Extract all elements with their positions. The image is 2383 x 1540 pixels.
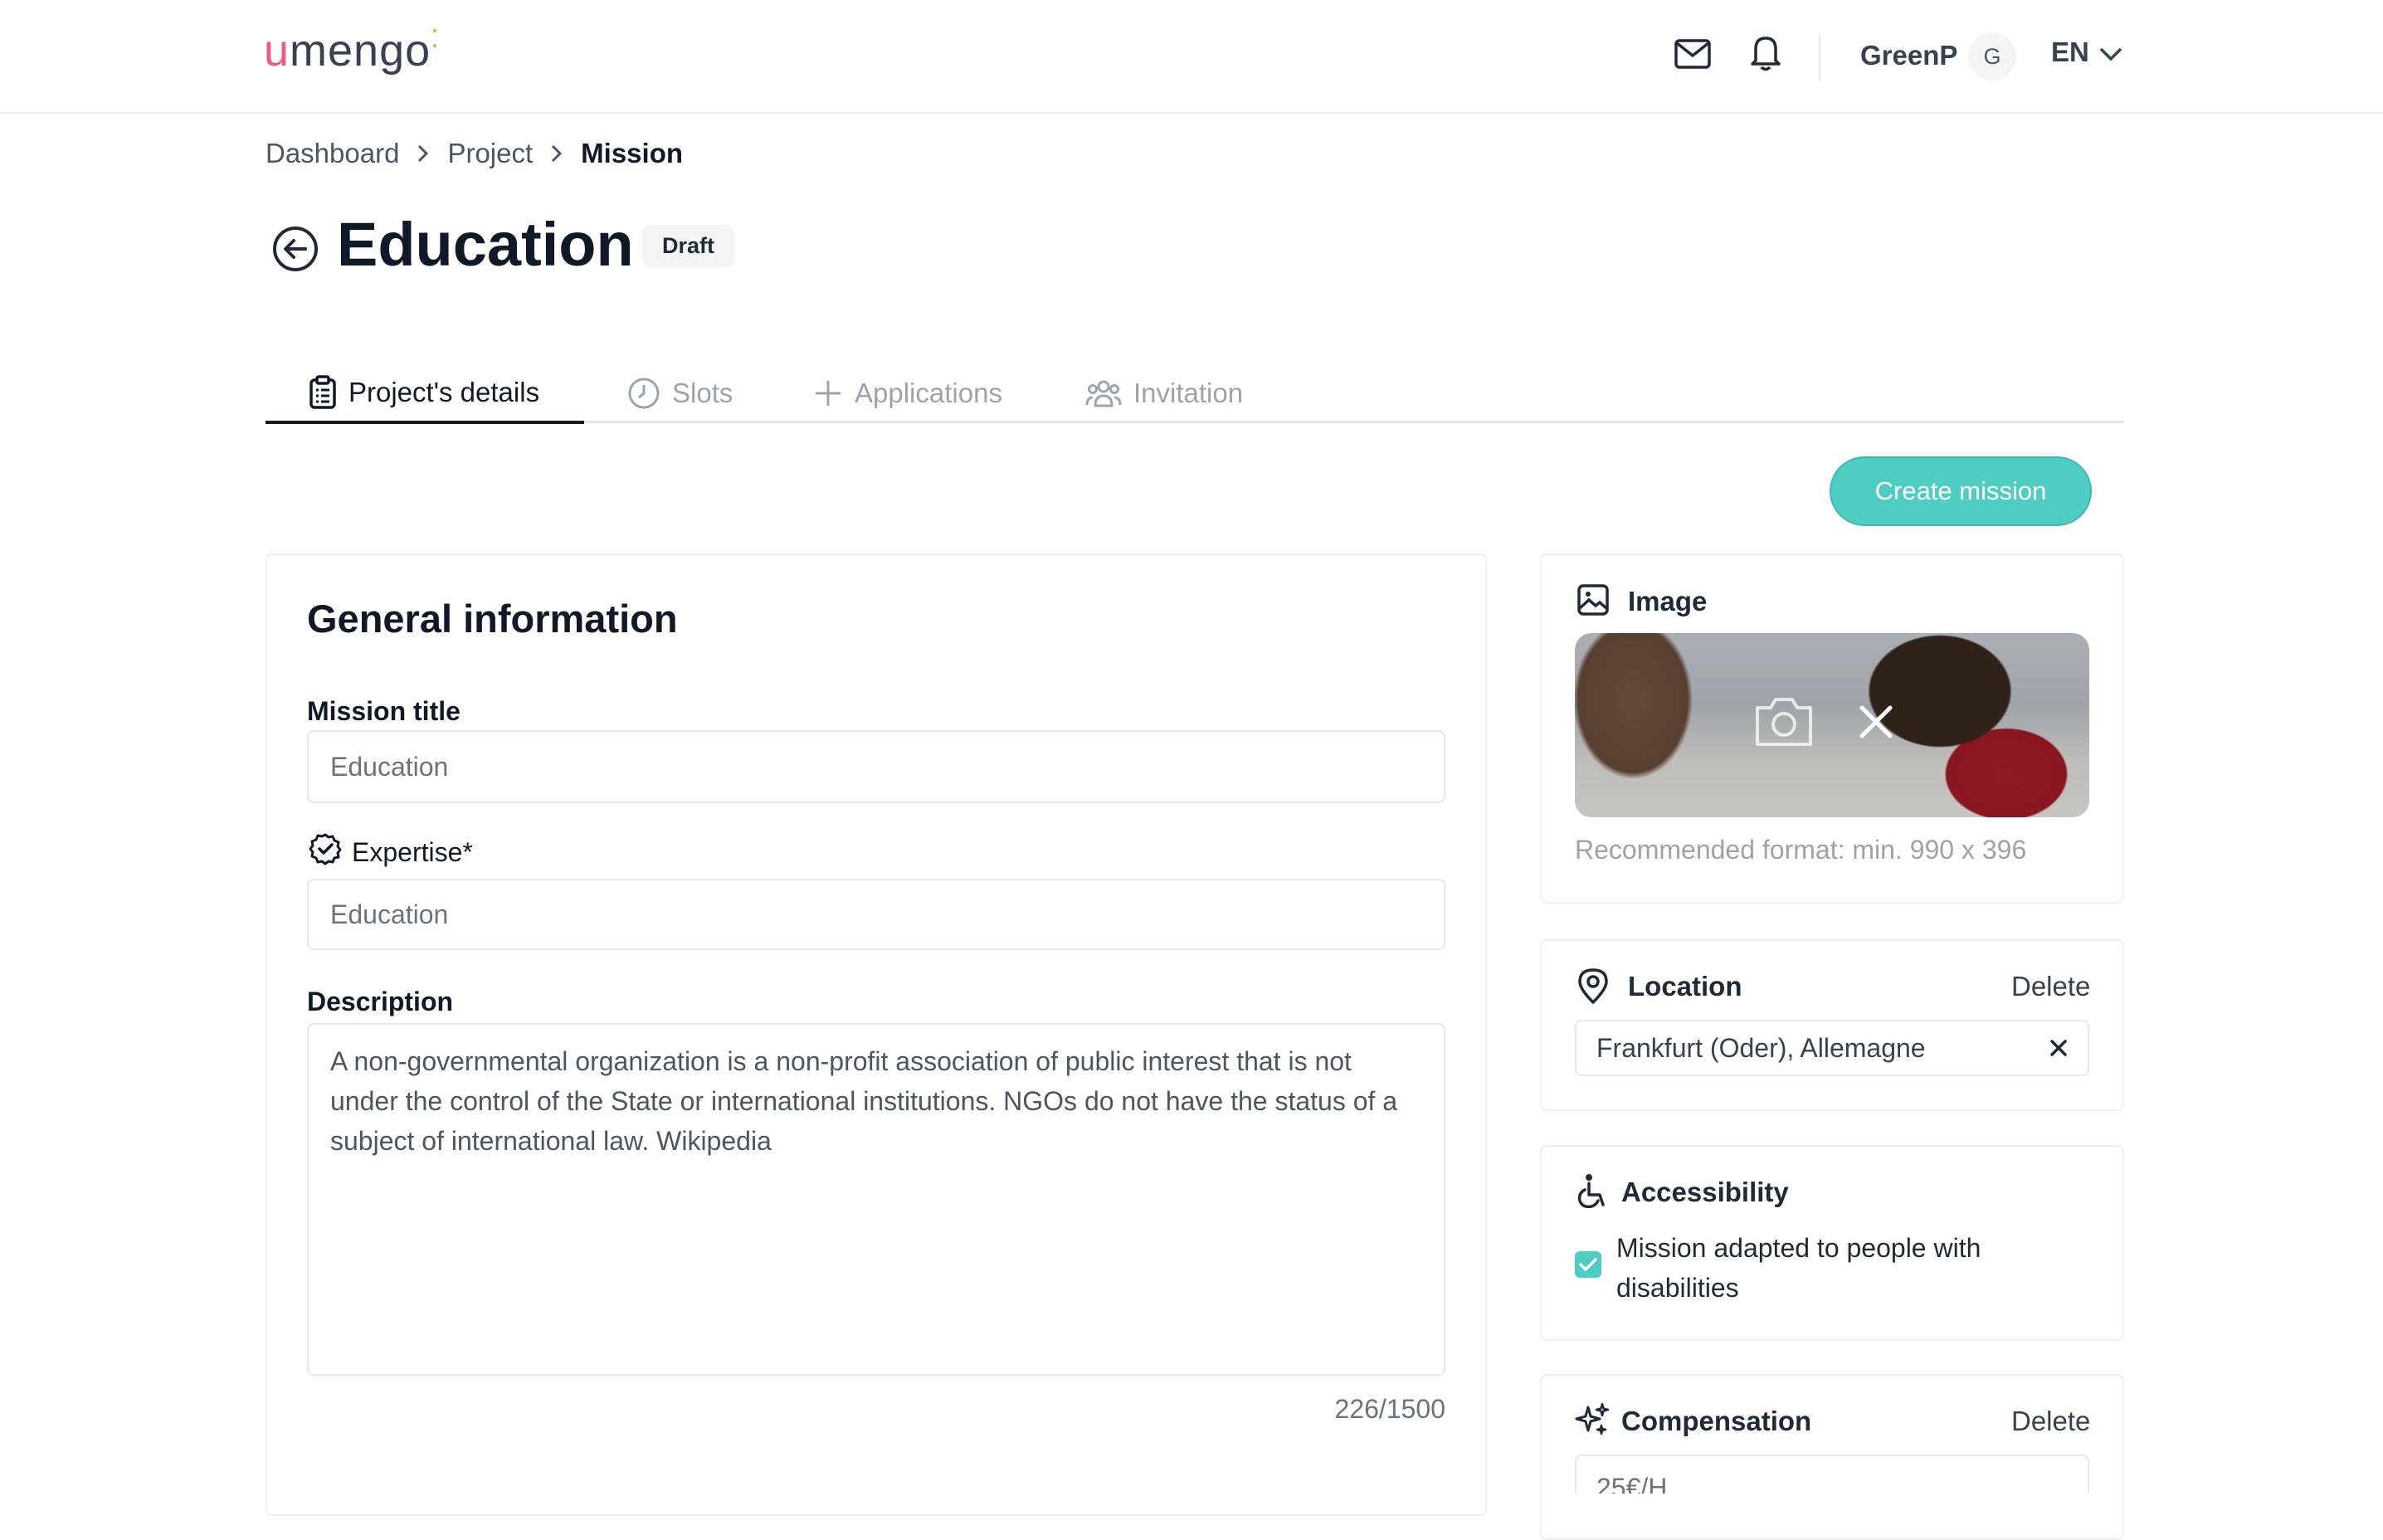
tab-applications[interactable]: Applications: [813, 363, 1002, 423]
back-arrow-icon[interactable]: [270, 224, 320, 274]
location-title: Location: [1628, 971, 1742, 1001]
wheelchair-icon: [1575, 1173, 1608, 1214]
camera-icon[interactable]: [1751, 693, 1817, 751]
accessibility-title: Accessibility: [1621, 1177, 1789, 1207]
image-title: Image: [1628, 586, 1708, 616]
accessibility-checkbox[interactable]: [1575, 1251, 1601, 1278]
mail-icon[interactable]: [1669, 31, 1716, 77]
bell-icon[interactable]: [1742, 30, 1789, 76]
tab-label: Invitation: [1133, 378, 1244, 408]
clipboard-icon: [309, 374, 337, 410]
check-circle-icon: [309, 832, 342, 872]
users-icon: [1085, 378, 1122, 408]
clock-icon: [627, 377, 660, 410]
mission-image: [1575, 633, 2089, 817]
description-textarea[interactable]: A non-governmental organization is a non…: [307, 1023, 1445, 1376]
language-label: EN: [2051, 37, 2089, 67]
tab-slots[interactable]: Slots: [627, 363, 733, 423]
tab-label: Project's details: [348, 376, 540, 407]
description-label: Description: [307, 987, 454, 1016]
chevron-right-icon: [551, 144, 563, 163]
image-overlay: [1575, 633, 2089, 817]
tab-invitation[interactable]: Invitation: [1085, 363, 1243, 423]
chevron-down-icon: [2099, 37, 2122, 68]
avatar[interactable]: G: [1968, 32, 2016, 80]
expertise-label: Expertise*: [352, 836, 473, 867]
compensation-delete-link[interactable]: Delete: [2011, 1406, 2090, 1437]
status-badge: Draft: [642, 225, 735, 267]
breadcrumb-dashboard[interactable]: Dashboard: [266, 138, 399, 169]
umengo-logo[interactable]: umengo⁚: [264, 25, 440, 76]
compensation-title: Compensation: [1621, 1406, 1812, 1436]
tab-bar: Project's details Slots Applications Inv…: [266, 363, 2124, 424]
language-selector[interactable]: EN: [2051, 37, 2122, 68]
mission-title-input[interactable]: Education: [307, 730, 1445, 803]
header-divider: [1819, 35, 1820, 81]
section-title: General information: [307, 597, 678, 641]
breadcrumb: Dashboard Project Mission: [266, 138, 683, 169]
expertise-input[interactable]: Education: [307, 879, 1445, 950]
map-pin-icon: [1576, 967, 1610, 1008]
image-format-hint: Recommended format: min. 990 x 396: [1575, 835, 2027, 865]
image-icon: [1576, 583, 1610, 621]
compensation-input[interactable]: 25€/H: [1575, 1455, 2089, 1494]
close-icon[interactable]: [1855, 701, 1897, 743]
location-delete-link[interactable]: Delete: [2011, 971, 2090, 1002]
chevron-right-icon: [417, 144, 429, 163]
tab-projects-details[interactable]: Project's details: [266, 363, 584, 424]
sparkles-icon: [1575, 1402, 1610, 1441]
tab-label: Slots: [672, 378, 733, 408]
username[interactable]: GreenP: [1860, 40, 1957, 71]
character-counter: 226/1500: [1334, 1394, 1445, 1424]
mission-title-label: Mission title: [307, 696, 461, 726]
clear-icon[interactable]: [2049, 1033, 2068, 1064]
location-input[interactable]: Frankfurt (Oder), Allemagne: [1575, 1020, 2089, 1076]
breadcrumb-mission: Mission: [581, 138, 684, 168]
expertise-label-row: Expertise*: [309, 832, 473, 872]
accessibility-checkbox-label: Mission adapted to people with disabilit…: [1616, 1233, 1981, 1303]
accessibility-option[interactable]: Mission adapted to people with disabilit…: [1575, 1228, 2039, 1308]
location-value: Frankfurt (Oder), Allemagne: [1596, 1032, 1926, 1063]
plus-icon: [813, 378, 843, 408]
breadcrumb-project[interactable]: Project: [447, 138, 533, 169]
page-title: Education: [337, 210, 634, 279]
tab-label: Applications: [855, 378, 1002, 408]
create-mission-button[interactable]: Create mission: [1830, 456, 2092, 526]
